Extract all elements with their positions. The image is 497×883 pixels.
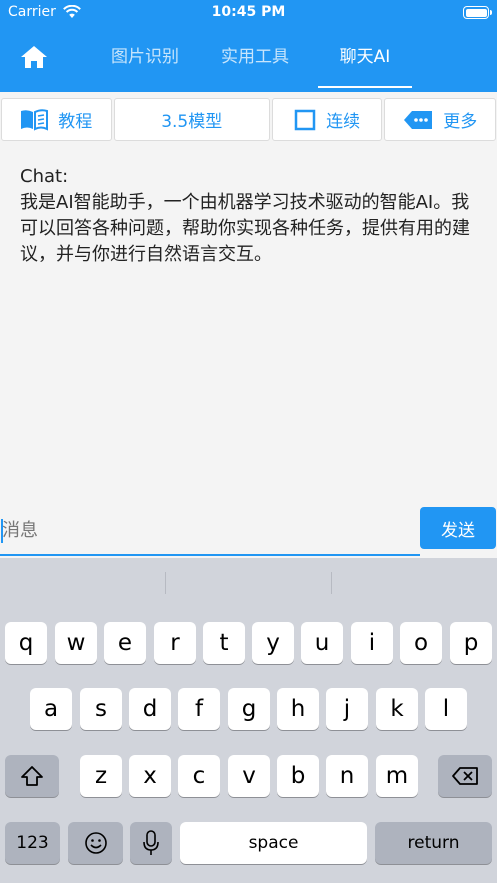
more-button[interactable]: 更多 bbox=[384, 98, 496, 141]
model-label: 3.5模型 bbox=[161, 112, 223, 132]
tab-bar: 图片识别 实用工具 聊天AI bbox=[90, 36, 497, 92]
key-s[interactable]: s bbox=[80, 688, 122, 730]
key-z[interactable]: z bbox=[80, 755, 122, 797]
key-b[interactable]: b bbox=[277, 755, 319, 797]
key-m[interactable]: m bbox=[376, 755, 418, 797]
key-w[interactable]: w bbox=[55, 622, 97, 664]
key-i[interactable]: i bbox=[351, 622, 393, 664]
keyboard: q w e r t y u i o p a s d f g h j k l z … bbox=[0, 558, 497, 883]
backspace-icon bbox=[452, 767, 478, 785]
key-q[interactable]: q bbox=[5, 622, 47, 664]
book-icon bbox=[21, 108, 49, 131]
tutorial-label: 教程 bbox=[58, 112, 93, 132]
model-button[interactable]: 3.5模型 bbox=[113, 98, 270, 141]
key-g[interactable]: g bbox=[228, 688, 270, 730]
key-e[interactable]: e bbox=[104, 622, 146, 664]
key-f[interactable]: f bbox=[178, 688, 220, 730]
tutorial-button[interactable]: 教程 bbox=[1, 98, 112, 141]
checkbox-icon bbox=[294, 109, 316, 130]
continuous-label: 连续 bbox=[326, 112, 361, 132]
delete-key[interactable] bbox=[438, 755, 492, 797]
continuous-toggle[interactable]: 连续 bbox=[271, 98, 383, 141]
chat-text: 我是AI智能助手，一个由机器学习技术驱动的智能AI。我可以回答各种问题，帮助你实… bbox=[20, 192, 470, 265]
key-p[interactable]: p bbox=[450, 622, 492, 664]
app-bar: Carrier 10:45 PM 图片识别 实用工具 聊天AI bbox=[0, 0, 497, 92]
send-button[interactable]: 发送 bbox=[420, 507, 496, 549]
key-x[interactable]: x bbox=[129, 755, 171, 797]
home-icon[interactable] bbox=[20, 44, 48, 70]
key-c[interactable]: c bbox=[178, 755, 220, 797]
battery-icon bbox=[463, 6, 492, 19]
suggestion-bar bbox=[0, 558, 497, 606]
shift-key[interactable] bbox=[5, 755, 59, 797]
key-o[interactable]: o bbox=[400, 622, 442, 664]
tab-chat-ai[interactable]: 聊天AI bbox=[310, 36, 420, 92]
status-bar: Carrier 10:45 PM bbox=[0, 0, 497, 26]
key-u[interactable]: u bbox=[301, 622, 343, 664]
status-time: 10:45 PM bbox=[211, 4, 286, 20]
key-t[interactable]: t bbox=[203, 622, 245, 664]
tab-utilities[interactable]: 实用工具 bbox=[200, 36, 310, 92]
message-input-row: 发送 bbox=[0, 506, 497, 558]
shift-icon bbox=[21, 766, 43, 786]
emoji-key[interactable] bbox=[68, 822, 123, 864]
key-v[interactable]: v bbox=[228, 755, 270, 797]
chat-label: Chat: bbox=[20, 166, 69, 187]
tab-image-recognition[interactable]: 图片识别 bbox=[90, 36, 200, 92]
key-n[interactable]: n bbox=[326, 755, 368, 797]
key-d[interactable]: d bbox=[129, 688, 171, 730]
microphone-icon bbox=[143, 830, 159, 855]
more-icon bbox=[404, 110, 433, 129]
numbers-key[interactable]: 123 bbox=[5, 822, 60, 864]
more-label: 更多 bbox=[443, 112, 478, 132]
return-key[interactable]: return bbox=[375, 822, 492, 864]
action-toolbar: 教程 3.5模型 连续 更多 bbox=[0, 98, 497, 143]
message-input[interactable] bbox=[0, 506, 420, 556]
key-r[interactable]: r bbox=[154, 622, 196, 664]
key-h[interactable]: h bbox=[277, 688, 319, 730]
key-a[interactable]: a bbox=[30, 688, 72, 730]
chat-message: Chat: 我是AI智能助手，一个由机器学习技术驱动的智能AI。我可以回答各种问… bbox=[20, 164, 480, 268]
key-j[interactable]: j bbox=[326, 688, 368, 730]
text-cursor bbox=[1, 519, 3, 543]
key-y[interactable]: y bbox=[252, 622, 294, 664]
dictation-key[interactable] bbox=[130, 822, 172, 864]
emoji-icon bbox=[84, 832, 107, 854]
space-key[interactable]: space bbox=[180, 822, 367, 864]
key-k[interactable]: k bbox=[376, 688, 418, 730]
key-l[interactable]: l bbox=[425, 688, 467, 730]
